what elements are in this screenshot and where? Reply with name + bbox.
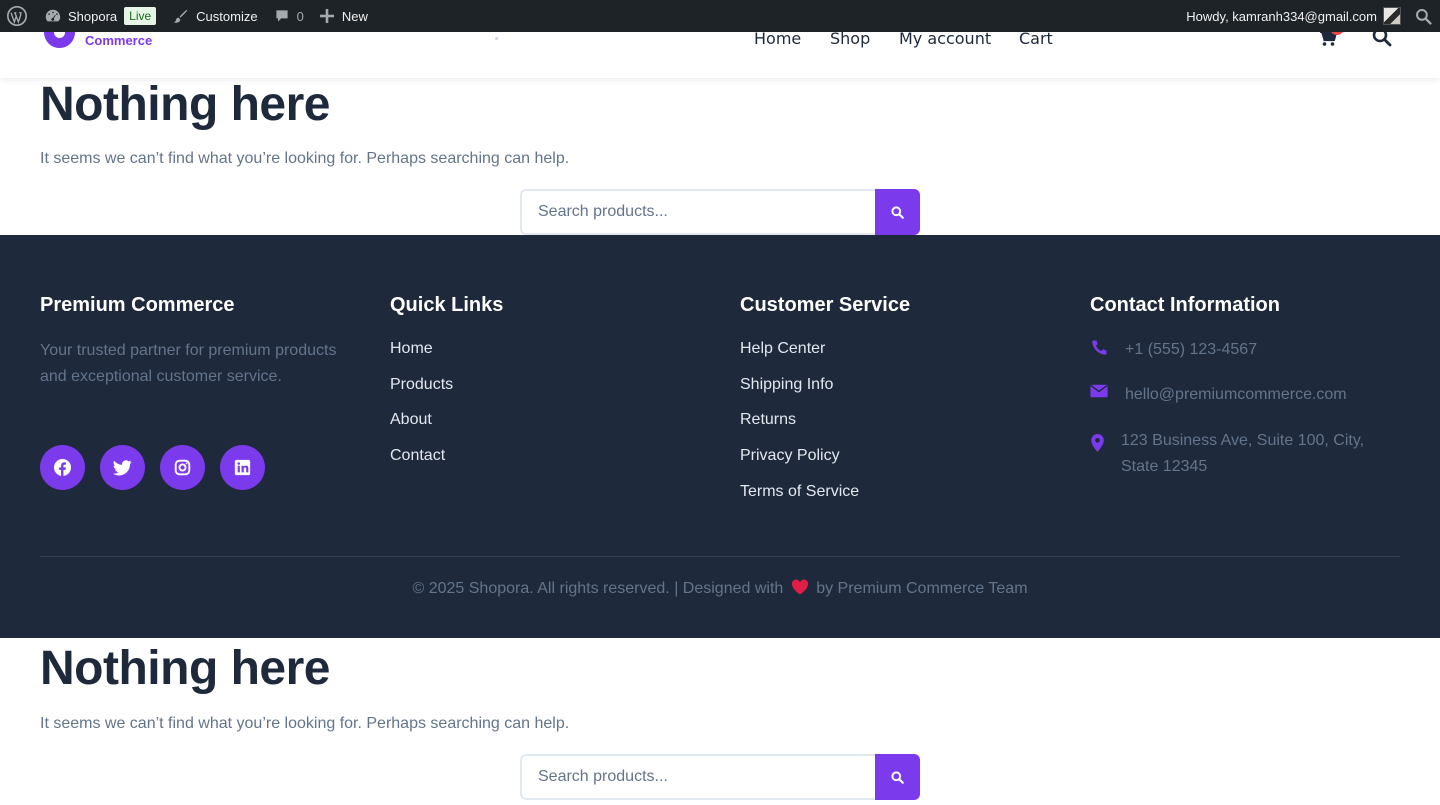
social-links [40,445,265,490]
footer-link-products[interactable]: Products [390,376,453,412]
copyright-left: © 2025 Shopora. All rights reserved. | D… [412,580,784,597]
not-found-message: It seems we can’t find what you’re looki… [40,150,570,167]
facebook-link[interactable] [40,445,85,490]
contact-address: 123 Business Ave, Suite 100, City, State… [1090,428,1391,480]
instagram-icon [174,459,191,476]
dashboard-icon [45,9,61,22]
footer-link-contact[interactable]: Contact [390,447,453,483]
quick-links-title: Quick Links [390,294,504,316]
customize-label: Customize [196,8,258,24]
contact-email: hello@premiumcommerce.com [1090,382,1347,408]
phone-icon [1092,340,1107,355]
facebook-icon [53,458,72,477]
new-content-menu[interactable]: New [312,0,376,32]
site-name: Shopora [68,8,118,24]
page-title: Nothing here [40,78,331,131]
envelope-icon [1090,384,1108,398]
not-found-message: It seems we can’t find what you’re looki… [40,715,570,732]
heart-icon [791,579,808,595]
search-input[interactable] [520,189,875,235]
contact-phone-text: +1 (555) 123-4567 [1125,341,1258,358]
new-label: New [341,8,368,24]
contact-phone: +1 (555) 123-4567 [1090,337,1257,363]
footer-link-terms-of-service[interactable]: Terms of Service [740,483,859,519]
footer-divider [40,556,1400,557]
plus-icon [319,9,334,23]
my-account-menu[interactable]: Howdy, kamranh334@gmail.com [1178,0,1405,32]
site-name-menu[interactable]: Shopora Live [36,0,164,32]
copyright-text: © 2025 Shopora. All rights reserved. | D… [0,579,1440,598]
comments-link[interactable]: 0 [266,0,312,32]
contact-email-text: hello@premiumcommerce.com [1125,386,1347,403]
brush-icon [174,9,188,23]
footer-link-returns[interactable]: Returns [740,411,859,447]
linkedin-icon [234,459,251,476]
twitter-icon [113,459,132,475]
admin-bar: Shopora Live Customize 0 New Howdy, kamr… [0,0,1440,32]
customize-link[interactable]: Customize [164,0,265,32]
page-title: Nothing here [40,642,331,695]
contact-information-title: Contact Information [1090,294,1280,316]
search-submit-button[interactable] [875,754,920,800]
search-form [520,754,920,800]
search-icon [891,205,904,219]
comments-count: 0 [296,8,304,24]
comment-icon [275,10,288,22]
avatar [1383,7,1401,25]
customer-service-title: Customer Service [740,294,911,316]
search-input[interactable] [520,754,875,800]
search-icon [1416,8,1432,25]
footer-link-home[interactable]: Home [390,340,453,376]
site-header: Commerce Home Shop My account Cart [0,26,1440,78]
linkedin-link[interactable] [220,445,265,490]
footer-link-shipping-info[interactable]: Shipping Info [740,376,859,412]
live-badge: Live [124,7,157,25]
map-pin-icon [1090,434,1104,452]
twitter-link[interactable] [100,445,145,490]
quick-links-list: Home Products About Contact [390,340,453,483]
customer-service-list: Help Center Shipping Info Returns Privac… [740,340,859,518]
copyright-right: by Premium Commerce Team [816,580,1028,597]
wordpress-icon [7,6,27,26]
instagram-link[interactable] [160,445,205,490]
footer-brand-title: Premium Commerce [40,294,235,316]
main-navigation: Home Shop My account Cart [0,29,1440,48]
search-submit-button[interactable] [875,189,920,235]
footer-link-privacy-policy[interactable]: Privacy Policy [740,447,859,483]
footer-link-help-center[interactable]: Help Center [740,340,859,376]
howdy-text: Howdy, kamranh334@gmail.com [1186,8,1377,24]
footer-link-about[interactable]: About [390,411,453,447]
admin-search[interactable] [1405,0,1440,32]
search-icon [891,770,904,784]
contact-address-text: 123 Business Ave, Suite 100, City, State… [1121,432,1365,475]
site-footer: Premium Commerce Your trusted partner fo… [0,235,1440,638]
search-form [520,189,920,235]
footer-about-text: Your trusted partner for premium product… [40,342,337,385]
wordpress-menu[interactable] [0,0,36,32]
